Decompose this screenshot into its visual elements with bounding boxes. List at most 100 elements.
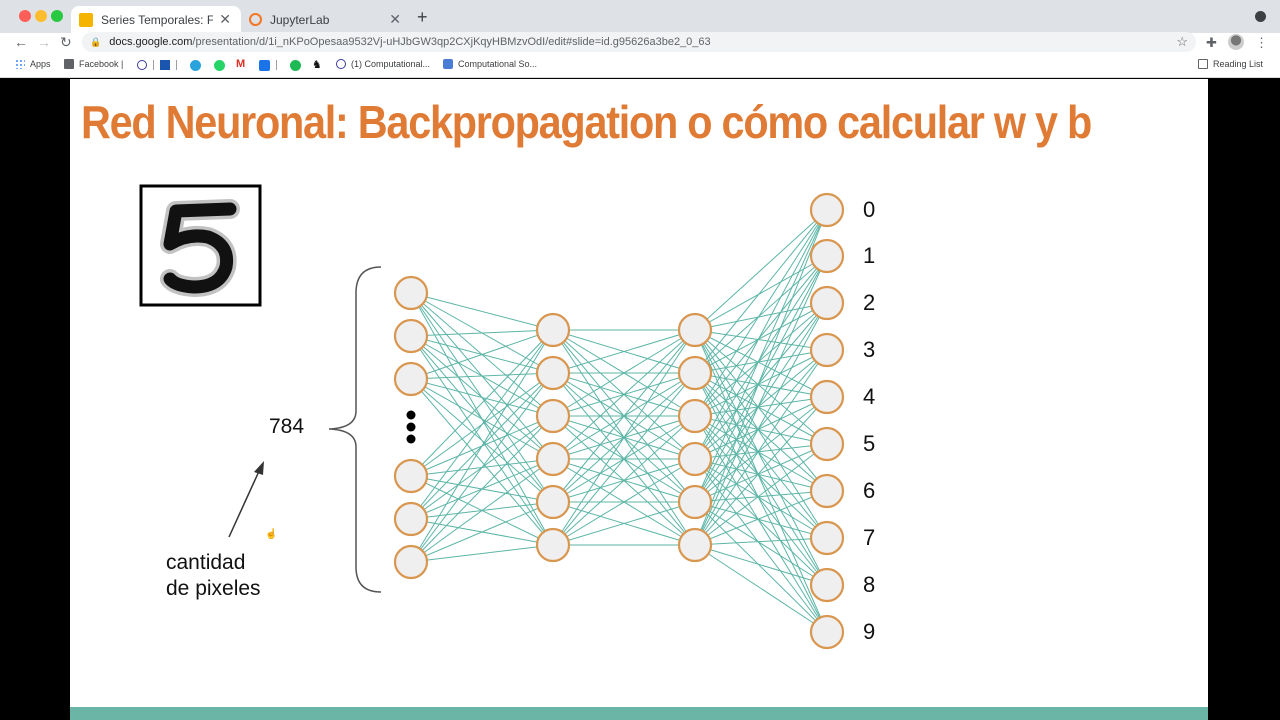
tab-title: Series Temporales: Forecasting	[101, 12, 214, 27]
folder-icon	[64, 59, 74, 69]
output-neuron	[809, 473, 845, 509]
input-neuron	[393, 501, 429, 537]
connection-edge	[694, 329, 828, 633]
connection-edge	[694, 302, 828, 546]
presentation-slide[interactable]: Red Neuronal: Backpropagation o cómo cal…	[70, 79, 1208, 720]
output-neuron	[809, 192, 845, 228]
output-neuron	[809, 520, 845, 556]
spotify-icon[interactable]	[290, 60, 301, 71]
annotation-line-2: de pixeles	[166, 577, 261, 600]
output-neuron	[809, 332, 845, 368]
telegram-icon[interactable]	[190, 60, 201, 71]
bookmark-computational-1[interactable]: (1) Computational...	[336, 59, 430, 69]
tab-title: JupyterLab	[270, 12, 330, 27]
digit-five-image	[139, 184, 262, 307]
extensions-puzzle-icon[interactable]: ✚	[1206, 35, 1217, 51]
rabbit-icon[interactable]: ♞	[312, 58, 322, 71]
slide-footer-bar	[70, 707, 1208, 720]
connection-edge	[694, 544, 828, 633]
forward-arrow-icon[interactable]: →	[37, 34, 51, 50]
output-neuron	[809, 567, 845, 603]
hidden1-neuron	[535, 441, 571, 477]
hidden1-neuron	[535, 484, 571, 520]
connection-edge	[694, 372, 828, 539]
connection-edge	[410, 329, 554, 563]
connection-edge	[694, 329, 828, 492]
connection-edge	[694, 209, 828, 331]
output-label-3: 3	[863, 337, 876, 362]
connection-edge	[410, 329, 554, 477]
output-label-1: 1	[863, 243, 876, 268]
hidden2-neuron	[677, 527, 713, 563]
more-menu-icon[interactable]: ⋮	[1255, 35, 1268, 51]
bookmark-computational-2[interactable]: Computational So...	[443, 59, 537, 69]
neural-network-diagram	[139, 184, 845, 650]
bookmark-doc-icon	[443, 59, 453, 69]
annotation-arrow	[228, 461, 264, 538]
connection-edge	[694, 415, 828, 445]
tab-search-icon[interactable]	[1255, 11, 1266, 22]
apps-grid-icon	[15, 59, 25, 69]
connection-edge	[694, 415, 828, 633]
reading-list-icon	[1198, 59, 1208, 69]
new-tab-button[interactable]: +	[417, 7, 428, 28]
connection-edge	[694, 255, 828, 417]
gmail-icon[interactable]: M	[236, 58, 245, 70]
connection-edge	[410, 372, 554, 380]
close-window-button[interactable]	[19, 10, 31, 22]
hidden1-neuron	[535, 355, 571, 391]
back-arrow-icon[interactable]: ←	[14, 34, 28, 50]
address-bar[interactable]: 🔒 docs.google.com/presentation/d/1i_nKPo…	[82, 32, 1196, 52]
output-neuron	[809, 426, 845, 462]
bookmark-star-icon[interactable]: ☆	[1176, 34, 1188, 50]
hidden1-neuron	[535, 398, 571, 434]
output-neuron	[809, 238, 845, 274]
output-label-6: 6	[863, 478, 876, 503]
bookmark-label: Computational So...	[458, 59, 538, 69]
connection-edge	[694, 458, 828, 633]
output-label-0: 0	[863, 197, 876, 222]
minimize-window-button[interactable]	[35, 10, 47, 22]
url-path: /presentation/d/1i_nKPoOpesaa9532Vj-uHJb…	[192, 36, 711, 48]
bookmark-label: Apps	[30, 59, 51, 69]
tab-jupyterlab[interactable]: JupyterLab ✕	[241, 6, 411, 33]
connection-edge	[694, 209, 828, 374]
bookmark-facebook[interactable]: Facebook |	[64, 59, 123, 69]
jupyter-icon	[249, 13, 262, 26]
at-sign-icon[interactable]	[137, 60, 147, 70]
ellipsis-dots	[406, 410, 416, 444]
tab-series-temporales[interactable]: Series Temporales: Forecasting ✕	[71, 6, 241, 33]
tab-strip: Series Temporales: Forecasting ✕ Jupyter…	[0, 0, 1280, 33]
output-neuron	[809, 614, 845, 650]
output-label-2: 2	[863, 290, 876, 315]
output-label-8: 8	[863, 572, 876, 597]
output-label-9: 9	[863, 619, 876, 644]
lock-icon: 🔒	[90, 36, 102, 47]
hidden2-neuron	[677, 312, 713, 348]
bookmark-blue-icon[interactable]	[160, 60, 170, 70]
hidden2-neuron	[677, 484, 713, 520]
bookmark-apps[interactable]: Apps	[15, 59, 51, 69]
close-tab-icon[interactable]: ✕	[389, 11, 401, 28]
connection-edge	[694, 544, 828, 586]
reading-list-button[interactable]: Reading List	[1198, 59, 1263, 69]
reload-icon[interactable]: ↻	[60, 34, 72, 51]
input-neuron	[393, 544, 429, 580]
output-neuron	[809, 379, 845, 415]
maximize-window-button[interactable]	[51, 10, 63, 22]
whatsapp-icon[interactable]	[214, 60, 225, 71]
connection-edge	[694, 490, 828, 546]
calendar-icon[interactable]	[259, 60, 270, 71]
profile-avatar[interactable]	[1228, 34, 1244, 50]
at-sign-icon	[336, 59, 346, 69]
hidden2-neuron	[677, 398, 713, 434]
input-neuron	[393, 318, 429, 354]
bookmark-label: (1) Computational...	[351, 59, 431, 69]
connection-edge	[410, 378, 554, 460]
close-tab-icon[interactable]: ✕	[219, 11, 231, 28]
input-neuron	[393, 458, 429, 494]
hidden2-neuron	[677, 355, 713, 391]
hidden1-neuron	[535, 312, 571, 348]
hidden2-neuron	[677, 441, 713, 477]
browser-toolbar: ← → ↻ 🔒 docs.google.com/presentation/d/1…	[0, 32, 1280, 53]
